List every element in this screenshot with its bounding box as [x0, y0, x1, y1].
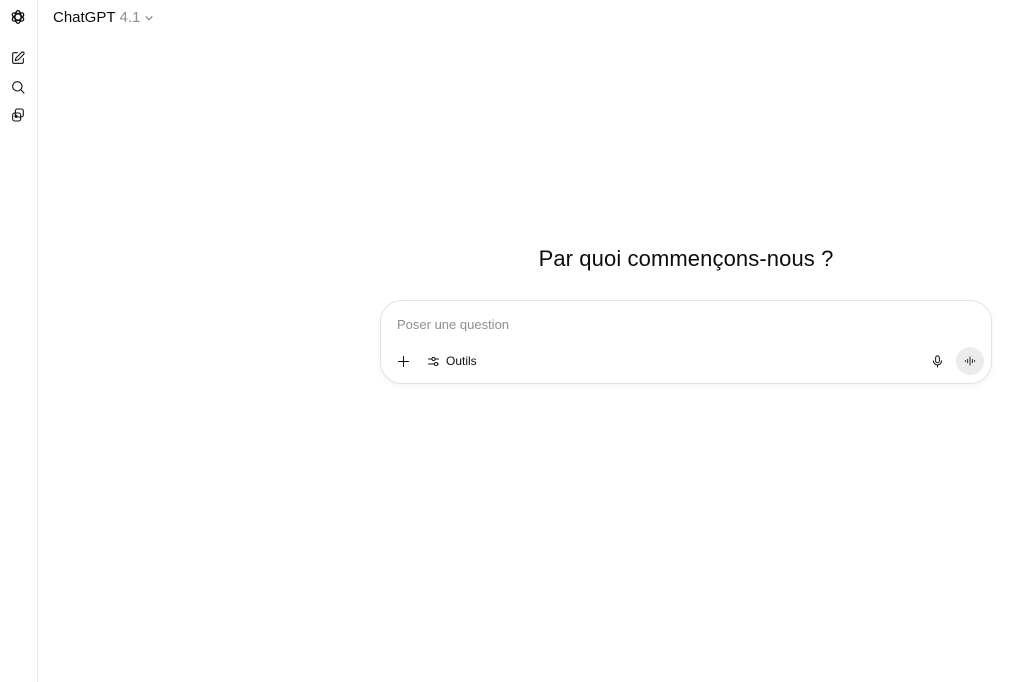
search-icon [12, 81, 25, 94]
voice-mode-button[interactable] [956, 347, 984, 375]
tools-button[interactable]: Outils [422, 350, 481, 372]
sidebar-rail [0, 0, 38, 682]
add-attachment-button[interactable] [392, 350, 414, 372]
voice-waveform-icon [964, 356, 976, 366]
tools-label: Outils [446, 354, 477, 368]
prompt-composer: Outils [380, 300, 992, 384]
chevron-down-icon [145, 15, 153, 20]
library-icon [12, 108, 24, 122]
new-chat-button[interactable] [7, 47, 29, 69]
openai-logo-icon [11, 10, 25, 24]
page-headline: Par quoi commençons-nous ? [538, 246, 834, 271]
model-version: 4.1 [119, 8, 141, 26]
tools-sliders-icon [428, 356, 439, 366]
app-window: ChatGPT 4.1 Par quoi commençons-nous ? O… [0, 0, 1024, 682]
dictate-button[interactable] [926, 350, 948, 372]
model-switcher[interactable]: ChatGPT 4.1 [48, 5, 159, 29]
prompt-input[interactable] [397, 313, 957, 335]
library-button[interactable] [7, 104, 29, 126]
new-chat-icon [12, 51, 25, 64]
microphone-icon [932, 354, 942, 368]
openai-logo-button[interactable] [7, 6, 29, 28]
plus-icon [397, 355, 409, 367]
search-chats-button[interactable] [7, 76, 29, 98]
model-name: ChatGPT [53, 8, 116, 26]
